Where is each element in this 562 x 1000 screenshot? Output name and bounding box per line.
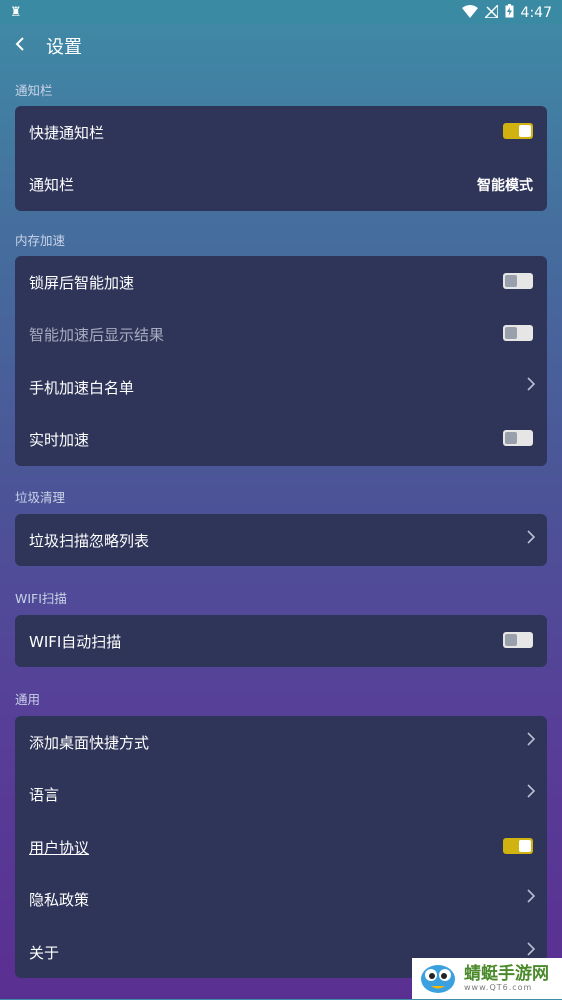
user-agreement-link[interactable]: 用户协议 xyxy=(29,837,89,858)
lock-screen-boost-toggle[interactable] xyxy=(503,273,533,289)
site-watermark: 蜻蜓手游网 www.QT6.com xyxy=(412,958,562,999)
dragonfly-logo-icon xyxy=(418,962,458,996)
section-title-notification: 通知栏 xyxy=(15,83,53,98)
app-bar: 设置 xyxy=(0,24,562,68)
section-title-wifi: WIFI扫描 xyxy=(15,591,67,606)
cleaner-notification-icon: ♜ xyxy=(10,5,22,20)
row-label: 手机加速白名单 xyxy=(29,378,135,397)
row-wifi-auto-scan[interactable]: WIFI自动扫描 xyxy=(15,615,547,667)
card-memory: 锁屏后智能加速 智能加速后显示结果 手机加速白名单 实时加速 xyxy=(15,256,547,466)
row-label: 垃圾扫描忽略列表 xyxy=(29,532,150,550)
chevron-right-icon xyxy=(527,783,536,802)
watermark-name: 蜻蜓手游网 xyxy=(464,964,549,984)
show-boost-result-toggle[interactable] xyxy=(503,325,533,342)
row-label: 通知栏 xyxy=(29,176,75,195)
realtime-boost-toggle[interactable] xyxy=(503,430,533,447)
chevron-right-icon xyxy=(527,731,536,750)
row-label: 添加桌面快捷方式 xyxy=(29,734,150,752)
toggle-knob xyxy=(505,275,517,287)
section-title-junk: 垃圾清理 xyxy=(15,490,66,505)
status-bar: ♜ 4:47 xyxy=(0,0,562,24)
row-notification-mode[interactable]: 通知栏 智能模式 xyxy=(15,158,547,210)
row-junk-ignore-list[interactable]: 垃圾扫描忽略列表 xyxy=(15,514,547,566)
chevron-right-icon xyxy=(527,529,536,548)
battery-charging-icon xyxy=(505,4,514,22)
toggle-knob xyxy=(519,125,531,137)
watermark-url: www.QT6.com xyxy=(464,983,533,992)
no-signal-icon xyxy=(482,2,499,22)
row-boost-whitelist[interactable]: 手机加速白名单 xyxy=(15,361,547,413)
chevron-right-icon xyxy=(527,888,536,907)
card-general: 添加桌面快捷方式 语言 用户协议 隐私政策 关于 xyxy=(15,716,547,978)
row-lock-screen-boost[interactable]: 锁屏后智能加速 xyxy=(15,256,547,308)
card-wifi: WIFI自动扫描 xyxy=(15,615,547,668)
toggle-knob xyxy=(505,327,517,340)
row-label: 实时加速 xyxy=(29,431,90,450)
row-privacy-policy[interactable]: 隐私政策 xyxy=(15,873,547,925)
toggle-knob xyxy=(505,634,517,646)
row-realtime-boost[interactable]: 实时加速 xyxy=(15,413,547,465)
row-label: 智能加速后显示结果 xyxy=(29,326,165,345)
clock: 4:47 xyxy=(520,5,552,21)
wifi-auto-scan-toggle[interactable] xyxy=(503,632,533,648)
section-title-general: 通用 xyxy=(15,692,41,707)
row-label: 语言 xyxy=(29,786,60,805)
quick-notification-toggle[interactable] xyxy=(503,123,533,139)
row-quick-notification[interactable]: 快捷通知栏 xyxy=(15,106,547,158)
row-language[interactable]: 语言 xyxy=(15,768,547,820)
section-title-memory: 内存加速 xyxy=(15,233,66,248)
chevron-right-icon xyxy=(527,376,536,395)
page-title: 设置 xyxy=(46,37,82,58)
card-notification: 快捷通知栏 通知栏 智能模式 xyxy=(15,106,547,211)
card-junk: 垃圾扫描忽略列表 xyxy=(15,514,547,567)
user-agreement-toggle[interactable] xyxy=(503,837,533,854)
row-label: 快捷通知栏 xyxy=(29,124,105,142)
wifi-icon xyxy=(461,4,478,22)
row-show-boost-result[interactable]: 智能加速后显示结果 xyxy=(15,308,547,360)
row-label: WIFI自动扫描 xyxy=(29,633,122,651)
back-arrow-icon[interactable] xyxy=(14,34,26,58)
chevron-right-icon xyxy=(527,941,536,960)
row-user-agreement[interactable]: 用户协议 xyxy=(15,821,547,873)
row-label: 锁屏后智能加速 xyxy=(29,274,135,292)
row-add-shortcut[interactable]: 添加桌面快捷方式 xyxy=(15,716,547,768)
notification-mode-value: 智能模式 xyxy=(477,178,533,195)
row-label: 关于 xyxy=(29,943,60,962)
toggle-knob xyxy=(519,839,531,852)
toggle-knob xyxy=(505,432,517,445)
row-label: 隐私政策 xyxy=(29,891,90,910)
